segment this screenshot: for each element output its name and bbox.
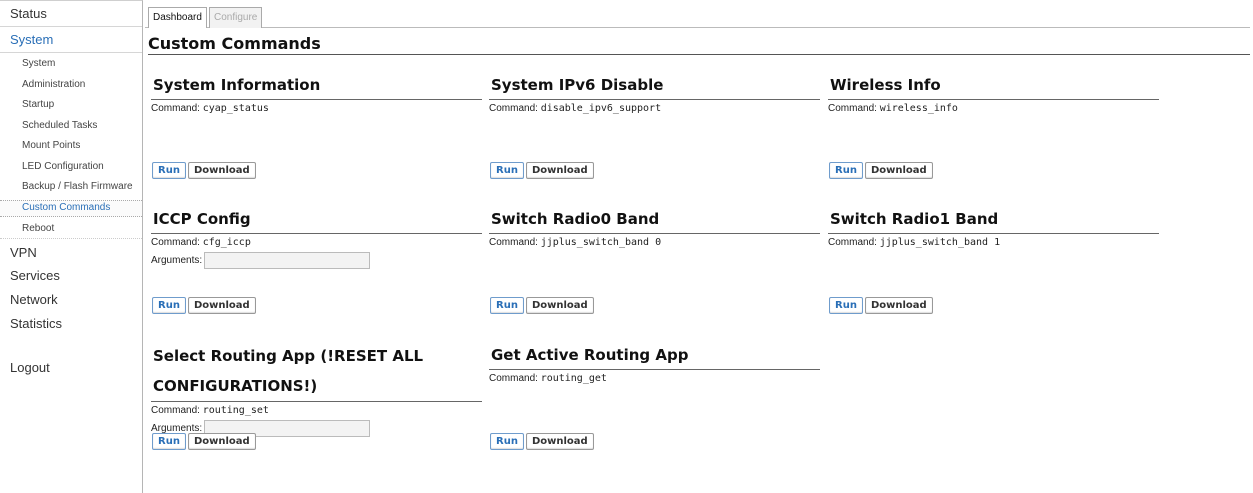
tabs-divider <box>145 27 1250 28</box>
sidebar-item-services[interactable]: Services <box>0 267 142 285</box>
command-value: wireless_info <box>879 103 958 114</box>
command-title-line-1: Select Routing App (!RESET ALL <box>153 347 424 365</box>
tab-dashboard[interactable]: Dashboard <box>148 7 207 28</box>
download-button[interactable]: Download <box>864 297 933 314</box>
sidebar-item-network[interactable]: Network <box>0 291 142 309</box>
command-divider <box>828 99 1159 100</box>
run-button[interactable]: Run <box>490 162 524 179</box>
command-value: jjplus_switch_band 1 <box>879 237 1001 248</box>
sidebar-item-status[interactable]: Status <box>0 5 142 27</box>
command-title: System IPv6 Disable <box>491 76 664 94</box>
command-actions: Run Download <box>829 162 933 179</box>
sidebar-item-system[interactable]: System <box>0 31 142 53</box>
run-button[interactable]: Run <box>490 433 524 450</box>
download-button[interactable]: Download <box>525 162 594 179</box>
command-line: Command: cyap_status <box>151 103 269 114</box>
sidebar-item-vpn[interactable]: VPN <box>0 244 142 262</box>
command-card-switch-radio1-band: Switch Radio1 Band Command: jjplus_switc… <box>828 205 1159 250</box>
command-actions: Run Download <box>490 162 594 179</box>
command-actions: Run Download <box>152 297 256 314</box>
command-line: Command: disable_ipv6_support <box>489 103 662 114</box>
command-value: jjplus_switch_band 0 <box>540 237 662 248</box>
command-card-select-routing-app: Select Routing App (!RESET ALL CONFIGURA… <box>151 341 482 437</box>
run-button[interactable]: Run <box>490 297 524 314</box>
command-divider <box>151 99 482 100</box>
command-value: cfg_iccp <box>202 237 251 248</box>
sidebar-subitem-startup[interactable]: Startup <box>0 98 142 112</box>
download-button[interactable]: Download <box>187 297 256 314</box>
tab-configure[interactable]: Configure <box>209 7 263 28</box>
sidebar-subitem-mount-points[interactable]: Mount Points <box>0 139 142 153</box>
command-line: Command: jjplus_switch_band 1 <box>828 237 1001 248</box>
sidebar-subitem-administration[interactable]: Administration <box>0 78 142 92</box>
run-button[interactable]: Run <box>152 162 186 179</box>
command-divider <box>151 401 482 402</box>
sidebar-subitem-custom-commands[interactable]: Custom Commands <box>0 200 142 217</box>
download-button[interactable]: Download <box>187 162 256 179</box>
sidebar-subitem-scheduled-tasks[interactable]: Scheduled Tasks <box>0 119 142 133</box>
command-value: routing_set <box>202 405 269 416</box>
sidebar-subitem-backup-flash-firmware[interactable]: Backup / Flash Firmware <box>0 180 142 194</box>
command-card-system-information: System Information Command: cyap_status <box>151 71 482 116</box>
title-divider <box>148 54 1250 55</box>
command-card-iccp-config: ICCP Config Command: cfg_iccp Arguments: <box>151 205 482 269</box>
sidebar-subitem-reboot[interactable]: Reboot <box>0 222 142 239</box>
download-button[interactable]: Download <box>525 433 594 450</box>
run-button[interactable]: Run <box>829 297 863 314</box>
command-actions: Run Download <box>490 297 594 314</box>
arguments-row: Arguments: <box>151 252 482 269</box>
command-divider <box>489 233 820 234</box>
command-divider <box>151 233 482 234</box>
sidebar-subitem-led-configuration[interactable]: LED Configuration <box>0 160 142 174</box>
run-button[interactable]: Run <box>829 162 863 179</box>
sidebar-subitem-system[interactable]: System <box>0 57 142 71</box>
command-card-get-active-routing-app: Get Active Routing App Command: routing_… <box>489 341 820 386</box>
command-title: ICCP Config <box>153 210 251 228</box>
command-title: Switch Radio0 Band <box>491 210 660 228</box>
command-title: Wireless Info <box>830 76 941 94</box>
sidebar-item-logout[interactable]: Logout <box>0 359 142 377</box>
command-title: Get Active Routing App <box>491 346 689 364</box>
run-button[interactable]: Run <box>152 433 186 450</box>
command-line: Command: jjplus_switch_band 0 <box>489 237 662 248</box>
command-card-system-ipv6-disable: System IPv6 Disable Command: disable_ipv… <box>489 71 820 116</box>
command-value: routing_get <box>540 373 607 384</box>
download-button[interactable]: Download <box>525 297 594 314</box>
command-value: cyap_status <box>202 103 269 114</box>
download-button[interactable]: Download <box>864 162 933 179</box>
command-divider <box>489 99 820 100</box>
command-divider <box>828 233 1159 234</box>
command-title: Switch Radio1 Band <box>830 210 999 228</box>
command-actions: Run Download <box>152 433 256 450</box>
command-line: Command: cfg_iccp <box>151 237 251 248</box>
command-actions: Run Download <box>829 297 933 314</box>
command-title: System Information <box>153 76 321 94</box>
command-card-switch-radio0-band: Switch Radio0 Band Command: jjplus_switc… <box>489 205 820 250</box>
sidebar-item-statistics[interactable]: Statistics <box>0 315 142 333</box>
command-title-line-2: CONFIGURATIONS!) <box>153 377 318 395</box>
sidebar: Status System System Administration Star… <box>0 0 143 493</box>
arguments-input[interactable] <box>204 252 371 269</box>
command-value: disable_ipv6_support <box>540 103 662 114</box>
download-button[interactable]: Download <box>187 433 256 450</box>
command-line: Command: routing_get <box>489 373 607 384</box>
command-card-wireless-info: Wireless Info Command: wireless_info <box>828 71 1159 116</box>
page-title: Custom Commands <box>148 34 321 53</box>
command-line: Command: wireless_info <box>828 103 958 114</box>
command-actions: Run Download <box>152 162 256 179</box>
command-divider <box>489 369 820 370</box>
command-actions: Run Download <box>490 433 594 450</box>
main-content: Dashboard Configure Custom Commands Syst… <box>145 0 1253 493</box>
run-button[interactable]: Run <box>152 297 186 314</box>
command-line: Command: routing_set <box>151 405 269 416</box>
arguments-label: Arguments: <box>151 255 203 266</box>
